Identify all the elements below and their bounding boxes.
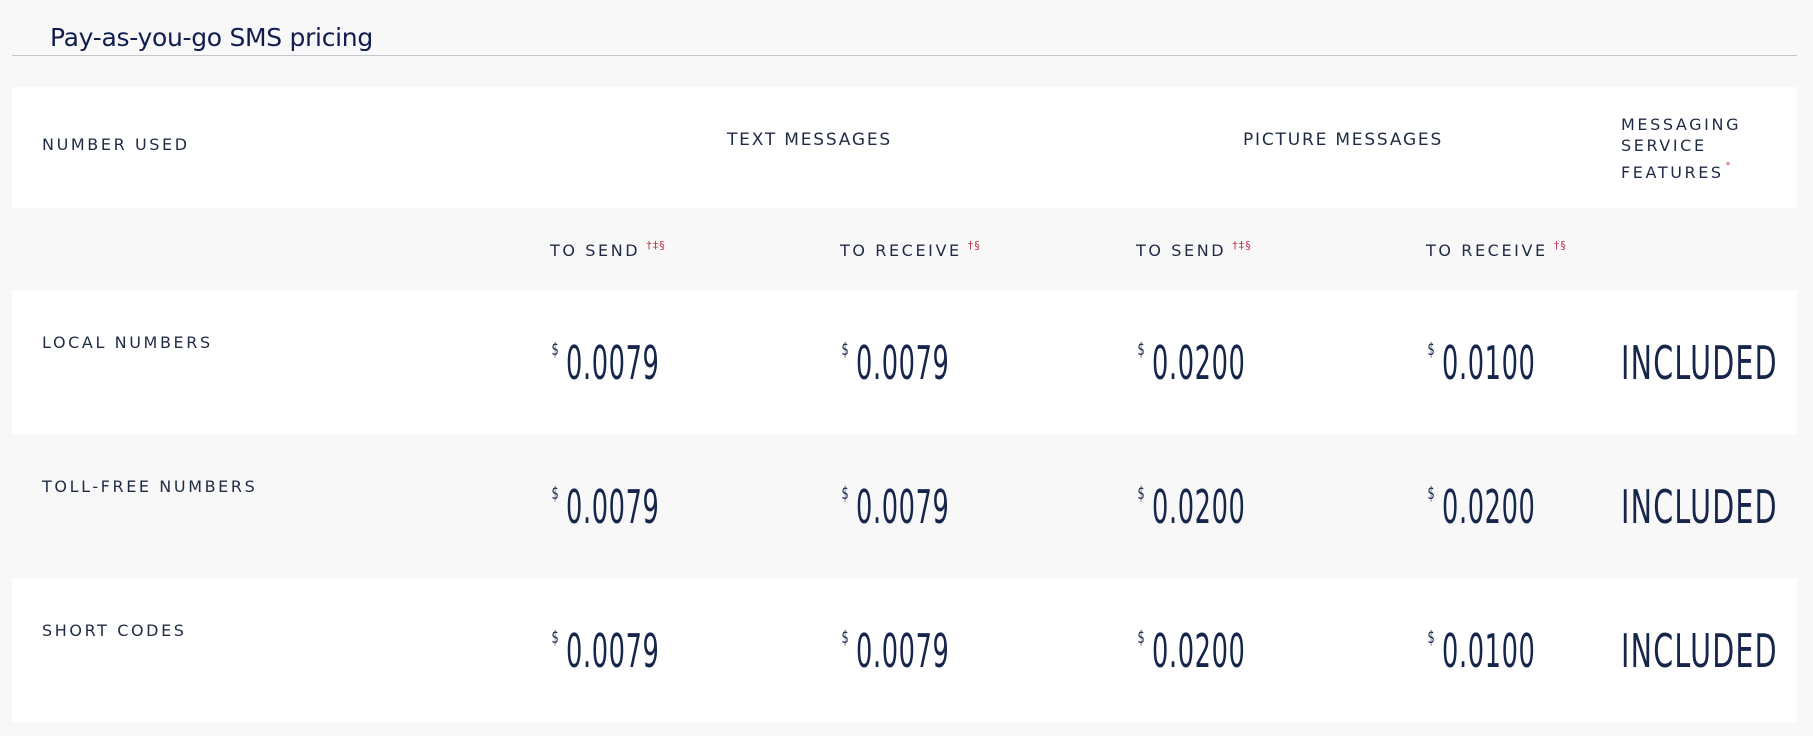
features-included: INCLUDED bbox=[1621, 480, 1778, 534]
subheader-picture-send-label: TO SEND bbox=[1136, 241, 1227, 260]
price-picture-receive: $0.0100 bbox=[1426, 336, 1593, 390]
title-divider bbox=[12, 55, 1797, 56]
text-receive-footnote-markers[interactable]: †§ bbox=[968, 239, 981, 252]
subheader-text-receive: TO RECEIVE †§ bbox=[840, 239, 981, 260]
table-subheader-row: TO SEND †‡§ TO RECEIVE †§ TO SEND †‡§ TO RE… bbox=[12, 208, 1797, 290]
picture-send-footnote-markers[interactable]: †‡§ bbox=[1232, 239, 1252, 252]
currency-symbol: $ bbox=[841, 483, 849, 504]
price-picture-send: $0.0200 bbox=[1136, 480, 1303, 534]
price-text-receive: $0.0079 bbox=[840, 336, 1007, 390]
header-picture-messages: PICTURE MESSAGES bbox=[1243, 130, 1444, 150]
row-label: SHORT CODES bbox=[42, 621, 187, 640]
price-value: 0.0079 bbox=[856, 480, 950, 534]
header-number-used: NUMBER USED bbox=[42, 135, 190, 154]
row-label: TOLL-FREE NUMBERS bbox=[42, 477, 258, 496]
subheader-text-send-label: TO SEND bbox=[550, 241, 641, 260]
price-text-receive: $0.0079 bbox=[840, 480, 1007, 534]
price-picture-receive: $0.0100 bbox=[1426, 624, 1593, 678]
currency-symbol: $ bbox=[1427, 339, 1435, 360]
features-included: INCLUDED bbox=[1621, 336, 1778, 390]
currency-symbol: $ bbox=[841, 339, 849, 360]
subheader-text-send: TO SEND †‡§ bbox=[550, 239, 666, 260]
pricing-table: NUMBER USED TEXT MESSAGES PICTURE MESSAG… bbox=[12, 87, 1797, 722]
currency-symbol: $ bbox=[1137, 627, 1145, 648]
features-included: INCLUDED bbox=[1621, 624, 1778, 678]
currency-symbol: $ bbox=[1427, 627, 1435, 648]
subheader-picture-receive: TO RECEIVE †§ bbox=[1426, 239, 1567, 260]
header-text-messages: TEXT MESSAGES bbox=[727, 130, 893, 150]
header-features-label: MESSAGING SERVICE FEATURES bbox=[1621, 115, 1742, 182]
price-picture-receive: $0.0200 bbox=[1426, 480, 1593, 534]
table-header-row: NUMBER USED TEXT MESSAGES PICTURE MESSAG… bbox=[12, 87, 1797, 208]
price-value: 0.0079 bbox=[566, 624, 660, 678]
price-text-send: $0.0079 bbox=[550, 480, 717, 534]
currency-symbol: $ bbox=[551, 483, 559, 504]
currency-symbol: $ bbox=[551, 627, 559, 648]
picture-receive-footnote-markers[interactable]: †§ bbox=[1554, 239, 1567, 252]
currency-symbol: $ bbox=[1137, 483, 1145, 504]
price-text-send: $0.0079 bbox=[550, 336, 717, 390]
subheader-picture-receive-label: TO RECEIVE bbox=[1426, 241, 1548, 260]
price-value: 0.0100 bbox=[1442, 336, 1536, 390]
text-send-footnote-markers[interactable]: †‡§ bbox=[646, 239, 666, 252]
table-row-toll-free-numbers: TOLL-FREE NUMBERS $0.0079 $0.0079 $0.020… bbox=[12, 434, 1797, 578]
price-value: 0.0200 bbox=[1152, 336, 1246, 390]
price-value: 0.0200 bbox=[1152, 480, 1246, 534]
price-value: 0.0200 bbox=[1152, 624, 1246, 678]
price-value: 0.0079 bbox=[856, 624, 950, 678]
price-value: 0.0100 bbox=[1442, 624, 1536, 678]
price-text-receive: $0.0079 bbox=[840, 624, 1007, 678]
currency-symbol: $ bbox=[1137, 339, 1145, 360]
price-picture-send: $0.0200 bbox=[1136, 624, 1303, 678]
price-picture-send: $0.0200 bbox=[1136, 336, 1303, 390]
currency-symbol: $ bbox=[841, 627, 849, 648]
table-row-local-numbers: LOCAL NUMBERS $0.0079 $0.0079 $0.0200 $0… bbox=[12, 290, 1797, 434]
currency-symbol: $ bbox=[551, 339, 559, 360]
row-label: LOCAL NUMBERS bbox=[42, 333, 213, 352]
price-text-send: $0.0079 bbox=[550, 624, 717, 678]
price-value: 0.0200 bbox=[1442, 480, 1536, 534]
price-value: 0.0079 bbox=[566, 480, 660, 534]
page-title: Pay-as-you-go SMS pricing bbox=[50, 22, 373, 52]
price-value: 0.0079 bbox=[566, 336, 660, 390]
features-footnote-marker[interactable]: * bbox=[1726, 161, 1732, 171]
header-messaging-service-features: MESSAGING SERVICE FEATURES * bbox=[1621, 114, 1761, 183]
price-value: 0.0079 bbox=[856, 336, 950, 390]
currency-symbol: $ bbox=[1427, 483, 1435, 504]
table-row-short-codes: SHORT CODES $0.0079 $0.0079 $0.0200 $0.0… bbox=[12, 578, 1797, 722]
subheader-text-receive-label: TO RECEIVE bbox=[840, 241, 962, 260]
subheader-picture-send: TO SEND †‡§ bbox=[1136, 239, 1252, 260]
